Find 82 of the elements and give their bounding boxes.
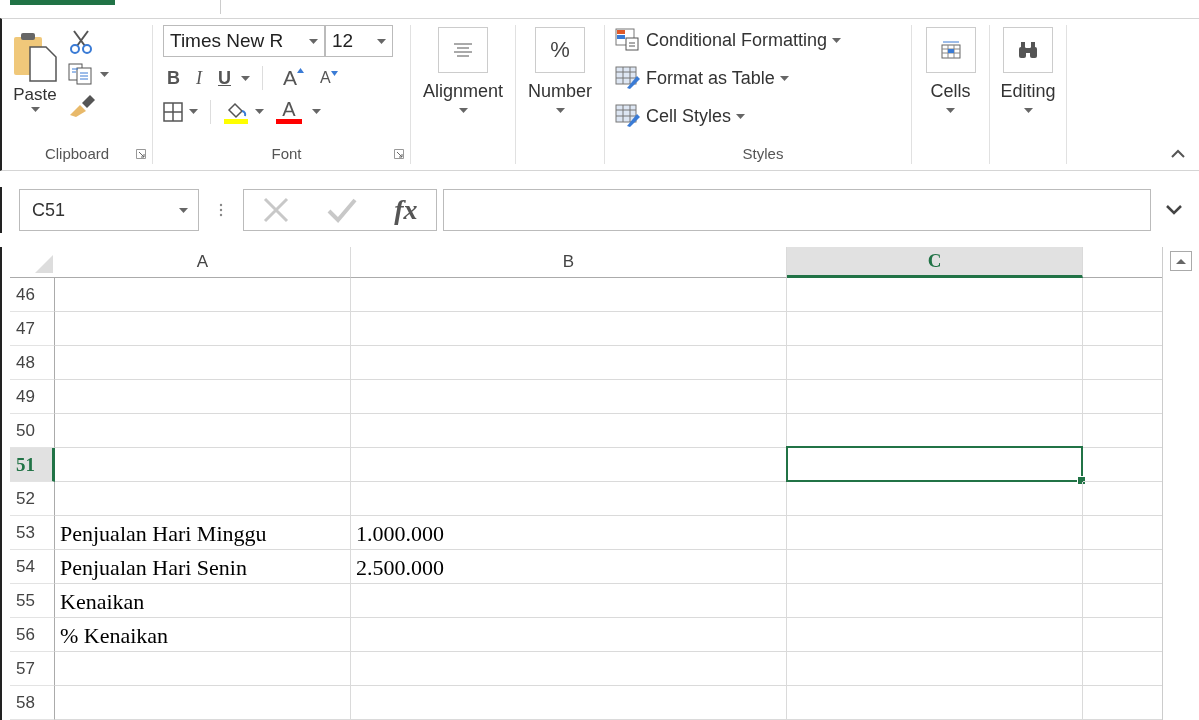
row-header[interactable]: 51 xyxy=(10,448,55,482)
table-cell: 2.500.000 xyxy=(351,550,787,584)
styles-menu-button[interactable]: Conditional Formatting xyxy=(615,25,911,55)
checkmark-icon[interactable] xyxy=(327,197,358,223)
caret-icon xyxy=(179,207,188,213)
font-color-button[interactable]: A xyxy=(272,99,306,124)
align-icon xyxy=(453,43,473,57)
column-header[interactable]: B xyxy=(351,247,787,278)
triangle-down-icon xyxy=(330,71,338,76)
table-cell: Kenaikan xyxy=(55,584,351,618)
paste-button[interactable]: Paste xyxy=(12,27,58,142)
table-cell: % Kenaikan xyxy=(55,618,351,652)
row-header[interactable]: 46 xyxy=(10,278,55,312)
shrink-font-button[interactable]: A xyxy=(316,69,342,87)
expand-icon[interactable] xyxy=(1166,205,1182,215)
scroll-up-icon[interactable] xyxy=(1170,251,1193,271)
number-button[interactable]: % Number xyxy=(516,25,604,113)
caret-icon xyxy=(946,108,955,113)
styles-menu-button[interactable]: Format as Table xyxy=(615,63,911,93)
format-painter-icon xyxy=(68,93,96,117)
row-header[interactable]: 57 xyxy=(10,652,55,686)
insert-function-button[interactable]: fx xyxy=(394,194,418,226)
caret-icon xyxy=(189,109,198,114)
font-size-field[interactable]: 12 xyxy=(325,25,393,57)
binoculars-icon xyxy=(1017,41,1039,59)
bold-button[interactable]: B xyxy=(163,67,184,89)
caret-icon xyxy=(30,107,40,112)
cells-icon xyxy=(939,40,962,60)
row-header[interactable]: 49 xyxy=(10,380,55,414)
group-label: Styles xyxy=(742,144,784,162)
font-name-field[interactable]: Times New R xyxy=(163,25,325,57)
row-header[interactable]: 58 xyxy=(10,686,55,720)
scissors-icon xyxy=(68,29,94,55)
color-bar-icon xyxy=(276,119,302,124)
alignment-button[interactable]: Alignment xyxy=(411,25,515,113)
row-header[interactable]: 54 xyxy=(10,550,55,584)
row-header[interactable]: 55 xyxy=(10,584,55,618)
caret-icon xyxy=(779,75,789,81)
clipboard-icon xyxy=(12,31,58,83)
styles-menu-button[interactable]: Cell Styles xyxy=(615,101,911,131)
row-header[interactable]: 53 xyxy=(10,516,55,550)
caret-icon xyxy=(100,71,109,77)
dialog-launcher-icon xyxy=(136,149,146,159)
collapse-ribbon-icon[interactable] xyxy=(1171,149,1185,158)
caret-icon xyxy=(255,109,264,114)
editing-button[interactable]: Editing xyxy=(990,25,1066,113)
cell-styles-icon xyxy=(615,104,641,128)
caret-icon xyxy=(736,113,746,119)
name-box[interactable]: C51 xyxy=(19,189,199,231)
caret-icon xyxy=(555,108,565,113)
row-header[interactable]: 48 xyxy=(10,346,55,380)
row-header[interactable]: 56 xyxy=(10,618,55,652)
row-header[interactable]: 52 xyxy=(10,482,55,516)
caret-icon xyxy=(1023,108,1033,113)
conditional-format-icon xyxy=(615,28,641,52)
underline-button[interactable]: U xyxy=(214,67,235,89)
table-icon xyxy=(615,66,641,90)
column-header[interactable]: A xyxy=(55,247,351,278)
caret-icon xyxy=(309,38,318,44)
select-all-icon xyxy=(35,255,53,273)
grow-font-button[interactable]: A xyxy=(279,66,308,90)
row-header[interactable]: 47 xyxy=(10,312,55,346)
caret-icon xyxy=(832,37,842,43)
triangle-up-icon xyxy=(297,68,304,73)
borders-icon xyxy=(163,101,183,122)
cells-button[interactable]: Cells xyxy=(912,25,989,113)
table-cell: 1.000.000 xyxy=(351,516,787,550)
column-header[interactable]: C xyxy=(787,247,1083,278)
dialog-launcher-icon xyxy=(394,149,404,159)
caret-icon xyxy=(312,109,321,114)
drag-handle-icon xyxy=(219,203,223,217)
group-label: Font xyxy=(271,144,302,162)
italic-button[interactable]: I xyxy=(192,67,206,89)
row-header[interactable]: 50 xyxy=(10,414,55,448)
table-cell: Penjualan Hari Minggu xyxy=(55,516,351,550)
caret-icon xyxy=(458,108,468,113)
copy-icon xyxy=(68,63,94,85)
group-label: Clipboard xyxy=(44,144,110,162)
caret-icon xyxy=(377,38,386,44)
caret-icon xyxy=(241,75,250,81)
table-cell: Penjualan Hari Senin xyxy=(55,550,351,584)
formula-input-field[interactable] xyxy=(443,189,1151,231)
